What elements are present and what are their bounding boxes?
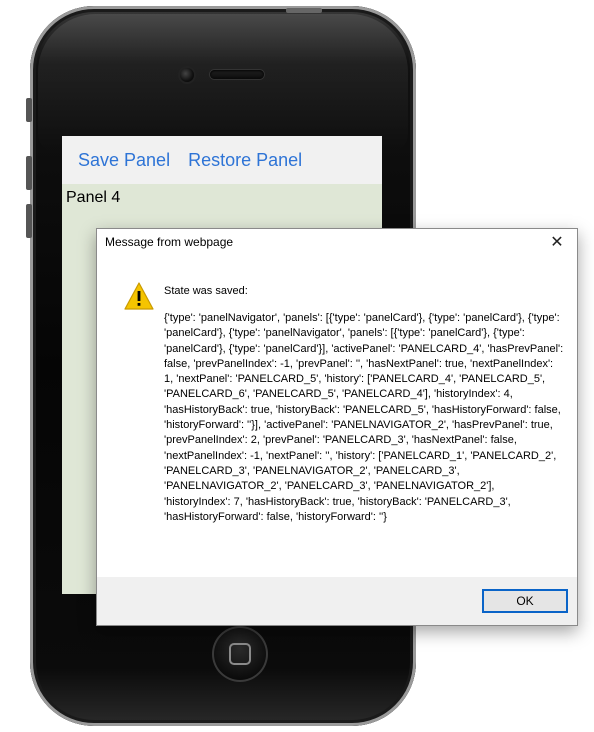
mute-switch xyxy=(26,98,32,122)
home-button[interactable] xyxy=(212,626,268,682)
warning-icon xyxy=(123,281,155,316)
toolbar: Save Panel Restore Panel xyxy=(62,136,382,184)
dialog-body: State was saved: {'type': 'panelNavigato… xyxy=(97,255,577,577)
dialog-footer: OK xyxy=(97,577,577,625)
dialog-titlebar: Message from webpage ✕ xyxy=(97,229,577,255)
volume-up-button xyxy=(26,156,32,190)
speaker-grille xyxy=(210,70,264,79)
dialog-message: {'type': 'panelNavigator', 'panels': [{'… xyxy=(164,312,564,523)
alert-dialog: Message from webpage ✕ State was saved: … xyxy=(96,228,578,626)
phone-glare xyxy=(38,14,408,154)
ok-button[interactable]: OK xyxy=(482,589,568,613)
home-square-icon xyxy=(229,643,251,665)
save-panel-button[interactable]: Save Panel xyxy=(78,150,170,171)
power-button xyxy=(286,8,322,13)
restore-panel-button[interactable]: Restore Panel xyxy=(188,150,302,171)
panel-title: Panel 4 xyxy=(66,189,121,206)
dialog-title: Message from webpage xyxy=(105,235,234,249)
close-icon[interactable]: ✕ xyxy=(545,232,569,252)
camera-icon xyxy=(180,68,194,82)
volume-down-button xyxy=(26,204,32,238)
dialog-heading: State was saved: xyxy=(164,285,248,297)
